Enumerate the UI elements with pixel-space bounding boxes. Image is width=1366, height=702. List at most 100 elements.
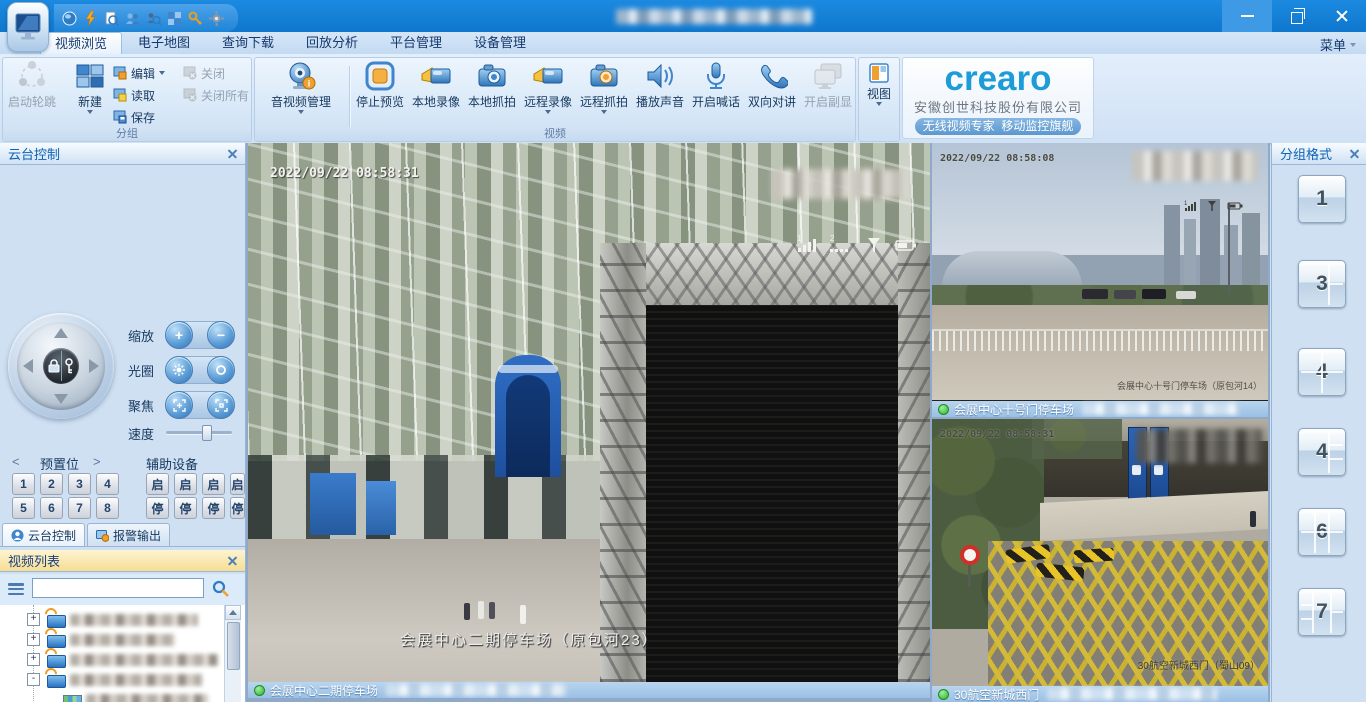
video-feed-1[interactable]: 2022/09/22 08:58:31 1 2 会展中心二期停车场（原包河23）… — [248, 143, 930, 698]
tree-expander[interactable]: + — [27, 613, 40, 626]
ptz-up-arrow-icon[interactable] — [54, 328, 68, 338]
svg-text:2: 2 — [830, 234, 835, 243]
iris-open-button[interactable] — [165, 356, 193, 384]
aux-stop-button-4[interactable]: 停 — [230, 497, 245, 519]
edit-group-button[interactable]: 编辑 — [113, 64, 165, 82]
stop-preview-button[interactable]: 停止预览 — [353, 60, 407, 126]
local-snapshot-button[interactable]: 本地抓拍 — [465, 60, 519, 126]
read-group-button[interactable]: 读取 — [113, 86, 155, 104]
tab-platform-manage[interactable]: 平台管理 — [376, 32, 456, 53]
remote-snapshot-button[interactable]: 远程抓拍 — [577, 60, 631, 126]
gear-icon[interactable] — [209, 11, 224, 26]
two-way-intercom-button[interactable]: 双向对讲 — [745, 60, 799, 126]
osd-status-icons: 1 2 — [796, 233, 922, 257]
ptz-down-arrow-icon[interactable] — [54, 394, 68, 404]
focus-near-button[interactable] — [165, 391, 193, 419]
preset-button-8[interactable]: 8 — [96, 497, 119, 519]
search-doc-icon[interactable] — [104, 11, 119, 26]
tab-playback-analysis[interactable]: 回放分析 — [292, 32, 372, 53]
aux-stop-button-2[interactable]: 停 — [174, 497, 197, 519]
group-format-close-icon[interactable] — [1350, 149, 1359, 158]
grid-icon[interactable] — [167, 11, 182, 26]
local-record-button[interactable]: 本地录像 — [409, 60, 463, 126]
layout-button-4b[interactable]: 4 — [1298, 428, 1346, 476]
globe-icon[interactable] — [62, 11, 77, 26]
tree-row-channel[interactable] — [0, 689, 220, 702]
key-icon[interactable] — [188, 11, 203, 26]
app-logo-button[interactable] — [7, 2, 49, 52]
group-label-grouping: 分组 — [3, 127, 251, 141]
aux-stop-button-3[interactable]: 停 — [202, 497, 225, 519]
preset-button-3[interactable]: 3 — [68, 473, 91, 495]
layout-button-4[interactable]: 4 — [1298, 348, 1346, 396]
tab-device-manage[interactable]: 设备管理 — [460, 32, 540, 53]
layout-button-7[interactable]: 7 — [1298, 588, 1346, 636]
preset-button-6[interactable]: 6 — [40, 497, 63, 519]
layout-button-3[interactable]: 3 — [1298, 260, 1346, 308]
ptz-left-arrow-icon[interactable] — [23, 359, 33, 373]
ptz-center[interactable] — [43, 348, 79, 384]
tree-vertical-scrollbar[interactable] — [224, 605, 241, 702]
video-feed-3[interactable]: 2022/09/22 08:58:31 30航空新城西门（蜀山09） 30航空新… — [932, 419, 1268, 702]
aux-start-button-1[interactable]: 启 — [146, 473, 169, 495]
save-group-button[interactable]: 保存 — [113, 108, 155, 126]
preset-button-1[interactable]: 1 — [12, 473, 35, 495]
focus-far-button[interactable] — [207, 391, 235, 419]
iris-close-button[interactable] — [207, 356, 235, 384]
ptz-right-arrow-icon[interactable] — [89, 359, 99, 373]
tab-alarm-output[interactable]: 报警输出 — [87, 523, 170, 546]
zoom-out-button[interactable]: − — [207, 321, 235, 349]
preset-button-4[interactable]: 4 — [96, 473, 119, 495]
zoom-in-button[interactable]: + — [165, 321, 193, 349]
tree-expander[interactable]: + — [27, 633, 40, 646]
search-icon[interactable] — [212, 580, 230, 598]
tab-query-download[interactable]: 查询下载 — [208, 32, 288, 53]
layout-button-1[interactable]: 1 — [1298, 175, 1346, 223]
tree-row[interactable]: + — [0, 629, 220, 649]
minimize-button[interactable] — [1222, 0, 1272, 32]
lightning-icon[interactable] — [83, 11, 98, 26]
tree-row[interactable]: - — [0, 669, 220, 689]
find-user-icon[interactable] — [146, 11, 161, 26]
scrollbar-thumb[interactable] — [227, 622, 240, 670]
restore-button[interactable] — [1272, 0, 1318, 32]
aux-stop-button-1[interactable]: 停 — [146, 497, 169, 519]
tab-video-browse[interactable]: 视频浏览 — [40, 32, 122, 55]
preset-button-7[interactable]: 7 — [68, 497, 91, 519]
preset-prev-button[interactable]: < — [12, 454, 20, 469]
menu-button[interactable]: 菜单 — [1320, 35, 1356, 54]
video-list-close-icon[interactable] — [228, 556, 237, 565]
ptz-joystick[interactable] — [8, 313, 114, 419]
tab-ptz-control[interactable]: 云台控制 — [2, 523, 85, 546]
video-feed-2[interactable]: 2022/09/22 08:58:08 1 会展中心十号门停车场（原包河14） … — [932, 143, 1268, 417]
av-manage-button[interactable]: i 音视频管理 — [259, 60, 343, 126]
scroll-up-button[interactable] — [225, 605, 241, 620]
speed-slider[interactable] — [166, 431, 232, 434]
search-input[interactable] — [32, 578, 204, 598]
tree-expander[interactable]: - — [27, 673, 40, 686]
aux-start-button-3[interactable]: 启 — [202, 473, 225, 495]
aux-start-button-2[interactable]: 启 — [174, 473, 197, 495]
ptz-joystick-ring[interactable] — [17, 322, 105, 410]
preset-button-5[interactable]: 5 — [12, 497, 35, 519]
play-sound-button[interactable]: 播放声音 — [633, 60, 687, 126]
tree-expander[interactable]: + — [27, 653, 40, 666]
device-tree[interactable]: + + + - - + + - — [0, 605, 245, 702]
osd-watermark-redacted — [1132, 151, 1258, 181]
close-button[interactable] — [1318, 0, 1366, 32]
aux-start-button-4[interactable]: 启 — [230, 473, 245, 495]
start-talk-button[interactable]: 开启喊话 — [689, 60, 743, 126]
ptz-panel-close-icon[interactable] — [228, 149, 237, 158]
preset-next-button[interactable]: > — [93, 454, 101, 469]
view-button[interactable]: 视图 — [852, 62, 906, 128]
remote-record-button[interactable]: 远程录像 — [521, 60, 575, 126]
new-group-button[interactable]: 新建 — [63, 60, 117, 126]
tab-e-map[interactable]: 电子地图 — [124, 32, 204, 53]
users-icon[interactable] — [125, 11, 140, 26]
tree-row[interactable]: + — [0, 609, 220, 629]
speed-slider-thumb[interactable] — [202, 425, 212, 441]
layout-button-6[interactable]: 6 — [1298, 508, 1346, 556]
preset-button-2[interactable]: 2 — [40, 473, 63, 495]
tree-row[interactable]: + — [0, 649, 220, 669]
hamburger-menu-icon[interactable] — [8, 583, 24, 595]
